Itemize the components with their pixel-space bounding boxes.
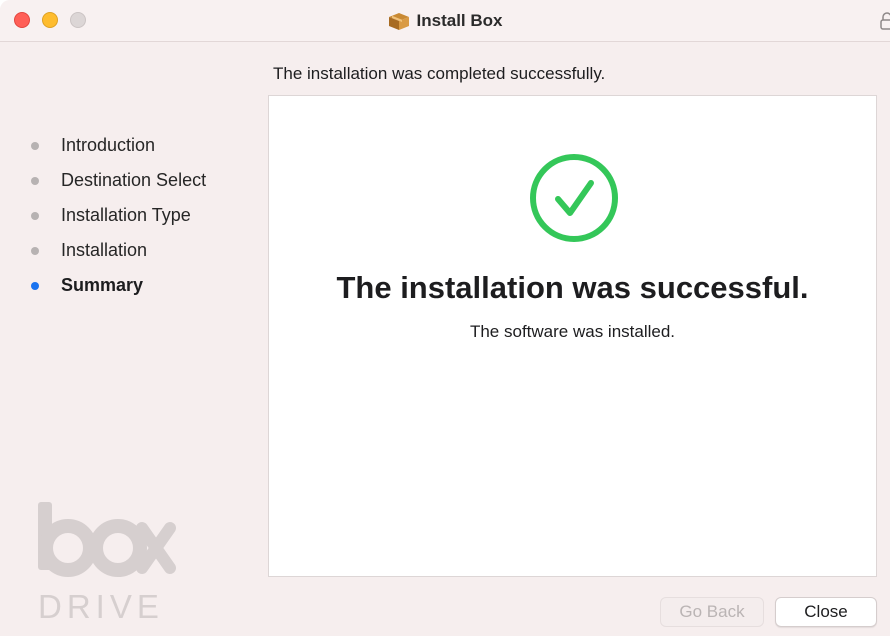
success-subtitle: The software was installed. <box>469 322 676 341</box>
step-summary: Summary <box>28 268 206 303</box>
step-bullet-icon <box>31 141 39 150</box>
active-step-bullet-icon <box>31 281 39 290</box>
summary-panel: The installation was successful. The sof… <box>268 95 877 577</box>
step-introduction: Introduction <box>28 128 206 163</box>
step-label: Destination Select <box>61 170 207 190</box>
step-bullet-icon <box>31 246 39 255</box>
status-heading: The installation was completed successfu… <box>273 64 606 83</box>
close-button[interactable]: Close <box>775 597 877 627</box>
step-destination-select: Destination Select <box>28 163 206 198</box>
step-label: Installation <box>61 240 148 260</box>
step-bullet-icon <box>31 211 39 220</box>
installer-steps: Introduction Destination Select Installa… <box>28 128 206 303</box>
step-label: Summary <box>61 275 144 295</box>
success-title: The installation was successful. <box>336 270 809 305</box>
step-installation-type: Installation Type <box>28 198 206 233</box>
window-title-group: Install Box <box>0 0 890 42</box>
installer-window: Install Box The installation was complet… <box>0 0 890 636</box>
step-installation: Installation <box>28 233 206 268</box>
title-bar[interactable]: Install Box <box>0 0 890 42</box>
go-back-button[interactable]: Go Back <box>660 597 764 627</box>
step-bullet-icon <box>31 176 39 185</box>
step-label: Installation Type <box>61 205 191 225</box>
window-title: Install Box <box>416 11 503 30</box>
success-check-icon <box>530 154 618 242</box>
lock-icon <box>880 12 890 30</box>
package-icon <box>388 13 409 30</box>
step-label: Introduction <box>61 135 156 155</box>
logo-drive-text: DRIVE <box>38 588 164 625</box>
